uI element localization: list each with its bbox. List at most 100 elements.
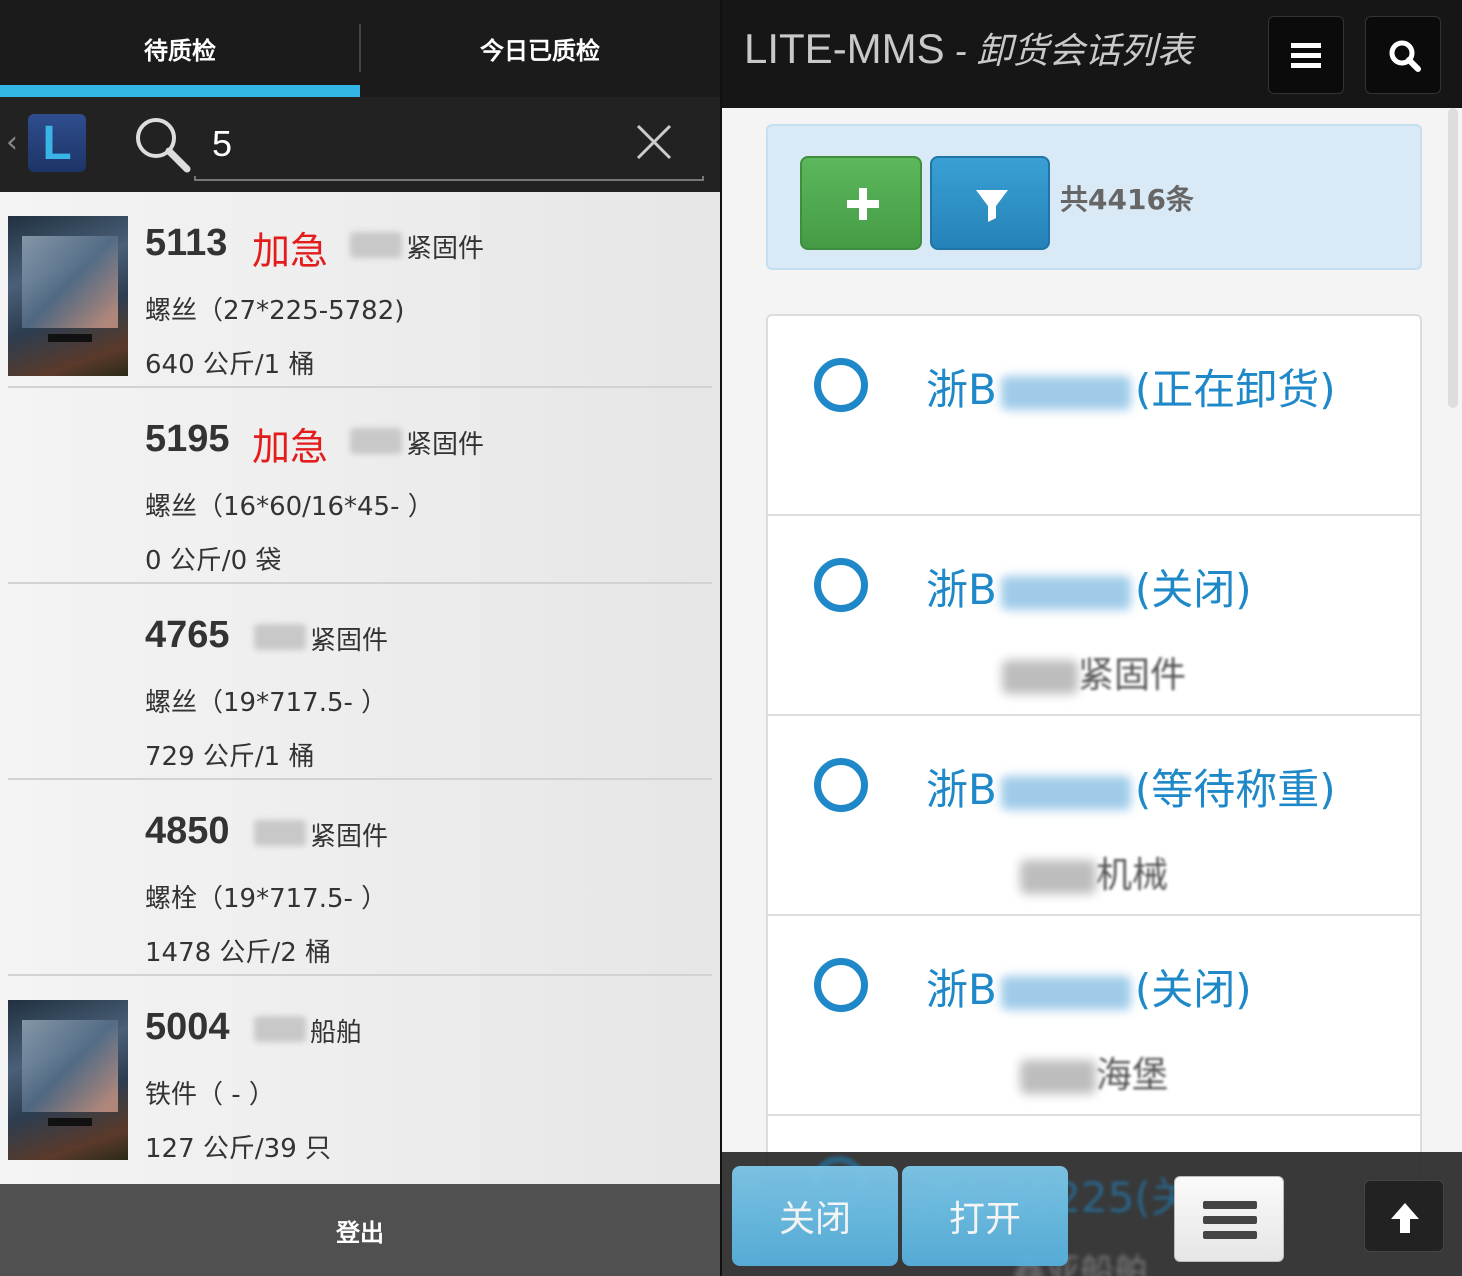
qc-app-panel: 待质检 今日已质检 ‹ L 5113 加急 紧固件 螺丝（27*225-5782…: [0, 0, 720, 1276]
redacted-plate: [1000, 775, 1131, 810]
mms-web-panel: LITE-MMS - 卸货会话列表 共4416条 浙B (正在卸货) 浙B (关…: [720, 0, 1462, 1276]
redacted-plate: [1000, 575, 1131, 610]
item-number: 5113: [145, 222, 228, 264]
filter-button[interactable]: [930, 156, 1050, 250]
plate-prefix: 浙B: [926, 565, 997, 614]
clear-icon[interactable]: [634, 122, 674, 162]
session-row[interactable]: 浙B (正在卸货): [768, 316, 1420, 516]
company-name: 机械: [1096, 855, 1169, 896]
logout-button[interactable]: 登出: [0, 1184, 720, 1276]
redacted-text: [254, 820, 306, 846]
item-category: 紧固件: [310, 822, 389, 852]
radio-button[interactable]: [814, 358, 868, 412]
list-item[interactable]: 4850 紧固件 螺栓（19*717.5- ） 1478 公斤/2 桶: [8, 780, 712, 976]
item-category: 紧固件: [310, 626, 389, 656]
item-number: 5195: [145, 418, 230, 460]
scrollbar[interactable]: [1448, 108, 1458, 408]
qc-item-list: 5113 加急 紧固件 螺丝（27*225-5782) 640 公斤/1 桶 5…: [0, 192, 720, 1184]
list-item[interactable]: 5195 加急 紧固件 螺丝（16*60/16*45- ） 0 公斤/0 袋: [8, 388, 712, 584]
session-company: 机械: [1020, 846, 1168, 898]
session-plate: 浙B (关闭): [926, 956, 1252, 1017]
company-name: 海堡: [1096, 1055, 1169, 1096]
open-session-button[interactable]: 打开: [902, 1166, 1068, 1266]
hamburger-icon: [1291, 43, 1321, 68]
arrow-up-icon: [1391, 1203, 1419, 1233]
list-item[interactable]: 5113 加急 紧固件 螺丝（27*225-5782) 640 公斤/1 桶: [8, 192, 712, 388]
item-thumbnail: [8, 216, 128, 376]
page-header: LITE-MMS - 卸货会话列表: [722, 0, 1462, 108]
radio-button[interactable]: [814, 758, 868, 812]
tab-pending[interactable]: 待质检: [0, 0, 360, 97]
action-toolbar: 共4416条: [766, 124, 1422, 270]
app-name: LITE-MMS: [744, 25, 945, 72]
item-number: 4850: [145, 810, 230, 852]
back-chevron-icon[interactable]: ‹: [6, 126, 26, 160]
item-spec: 螺丝（27*225-5782): [145, 296, 405, 326]
close-session-button[interactable]: 关闭: [732, 1166, 898, 1266]
page-subtitle: - 卸货会话列表: [944, 30, 1193, 71]
menu-button[interactable]: [1268, 16, 1344, 94]
item-quantity: 127 公斤/39 只: [145, 1134, 331, 1164]
session-list: 浙B (正在卸货) 浙B (关闭) 紧固件 浙B (等待称重) 机械 浙B (关闭) 海…: [766, 314, 1422, 1214]
item-category: 紧固件: [406, 234, 485, 264]
item-quantity: 729 公斤/1 桶: [145, 742, 315, 772]
plus-icon: [847, 188, 879, 220]
app-logo[interactable]: L: [28, 114, 86, 172]
session-status: (关闭): [1134, 565, 1252, 614]
redacted-plate: [1000, 375, 1131, 410]
item-number: 5004: [145, 1006, 230, 1048]
list-item[interactable]: 5004 船舶 铁件（ - ） 127 公斤/39 只: [8, 976, 712, 1172]
session-company: 海堡: [1020, 1046, 1168, 1098]
session-row[interactable]: 浙B (关闭) 紧固件: [768, 516, 1420, 716]
scroll-top-button[interactable]: [1364, 1180, 1444, 1252]
redacted-plate: [1000, 975, 1131, 1010]
filter-icon: [976, 190, 1008, 222]
tab-bar: 待质检 今日已质检: [0, 0, 720, 97]
redacted-company: [1002, 660, 1078, 694]
list-item[interactable]: 4765 紧固件 螺丝（19*717.5- ） 729 公斤/1 桶: [8, 584, 712, 780]
redacted-text: [254, 624, 306, 650]
search-icon: [1389, 40, 1421, 72]
footer-bar: 浙L 66225(关闭) 鑫亚船舶 关闭 打开: [722, 1152, 1462, 1276]
radio-button[interactable]: [814, 958, 868, 1012]
total-count: 共4416条: [1060, 183, 1194, 216]
radio-button[interactable]: [814, 558, 868, 612]
hamburger-icon: [1203, 1201, 1257, 1239]
item-spec: 铁件（ - ）: [145, 1080, 275, 1110]
item-spec: 螺丝（19*717.5- ）: [145, 688, 388, 718]
session-row[interactable]: 浙B (等待称重) 机械: [768, 716, 1420, 916]
session-status: (关闭): [1134, 965, 1252, 1014]
company-name: 紧固件: [1078, 655, 1187, 696]
urgent-badge: 加急: [252, 229, 329, 273]
redacted-company: [1020, 860, 1096, 894]
session-company: 紧固件: [1002, 646, 1186, 698]
header-search-button[interactable]: [1365, 16, 1441, 94]
item-category: 船舶: [310, 1018, 363, 1048]
search-icon: [136, 118, 191, 173]
item-quantity: 1478 公斤/2 桶: [145, 938, 331, 968]
session-plate: 浙B (等待称重): [926, 756, 1336, 817]
item-spec: 螺栓（19*717.5- ）: [145, 884, 388, 914]
add-button[interactable]: [800, 156, 922, 250]
search-underline: [194, 176, 704, 181]
session-plate: 浙B (正在卸货): [926, 356, 1336, 417]
tab-today-done[interactable]: 今日已质检: [360, 0, 720, 97]
page-title: LITE-MMS - 卸货会话列表: [744, 22, 1193, 74]
item-quantity: 640 公斤/1 桶: [145, 350, 315, 380]
urgent-badge: 加急: [252, 425, 329, 469]
active-tab-indicator: [0, 85, 360, 97]
session-plate: 浙B (关闭): [926, 556, 1252, 617]
session-row[interactable]: 浙B (关闭) 海堡: [768, 916, 1420, 1116]
redacted-text: [350, 428, 402, 454]
item-spec: 螺丝（16*60/16*45- ）: [145, 492, 434, 522]
footer-menu-button[interactable]: [1174, 1176, 1284, 1262]
plate-prefix: 浙B: [926, 765, 997, 814]
redacted-text: [254, 1016, 306, 1042]
session-status: (正在卸货): [1134, 365, 1336, 414]
item-thumbnail: [8, 1000, 128, 1160]
session-status: (等待称重): [1134, 765, 1336, 814]
search-input[interactable]: [212, 118, 632, 170]
plate-prefix: 浙B: [926, 365, 997, 414]
redacted-company: [1020, 1060, 1096, 1094]
plate-prefix: 浙B: [926, 965, 997, 1014]
